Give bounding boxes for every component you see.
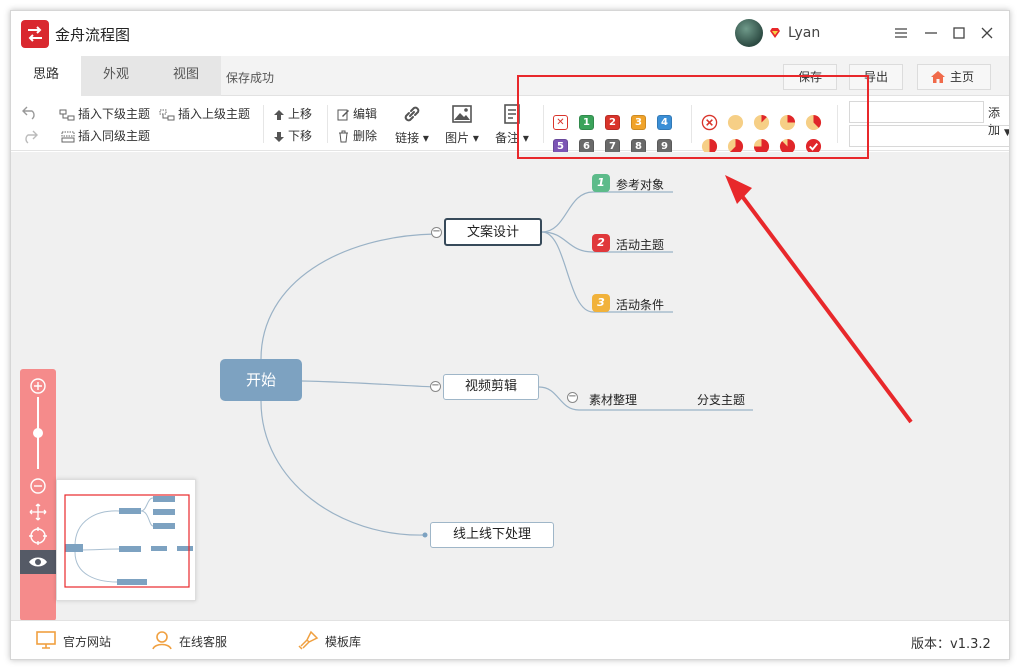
official-website-link[interactable]: 官方网站 [36, 631, 112, 650]
move-down-button[interactable]: 下移 [273, 127, 312, 145]
link-label: 链接 ▾ [395, 131, 429, 145]
image-label: 图片 ▾ [445, 131, 479, 145]
minimize-icon[interactable] [921, 23, 941, 43]
redo-icon[interactable] [21, 129, 39, 145]
leaf-node[interactable]: 素材整理 [589, 391, 637, 408]
link-button[interactable]: 链接 ▾ [391, 101, 433, 147]
note-text: 备注 [495, 131, 520, 145]
priority-3-icon: 3 [592, 294, 610, 312]
leaf-node[interactable]: 活动主题 [616, 236, 664, 253]
insert-parent-label: 插入上级主题 [178, 107, 251, 121]
tab-appearance[interactable]: 外观 [81, 56, 151, 96]
link-text: 链接 [395, 131, 420, 145]
zoom-panel [20, 369, 56, 621]
minimap-preview [64, 494, 193, 588]
tab-thinking[interactable]: 思路 [11, 56, 81, 96]
connector-root-online [260, 400, 425, 536]
priority-2-icon: 2 [592, 234, 610, 252]
monitor-icon [36, 631, 56, 649]
insert-parent-icon [159, 109, 175, 120]
insert-parent-button[interactable]: 插入上级主题 [159, 105, 250, 123]
leaf-node[interactable]: 活动条件 [616, 296, 664, 313]
move-down-label: 下移 [288, 129, 313, 143]
website-label: 官方网站 [63, 635, 112, 649]
edit-label: 编辑 [353, 107, 378, 121]
vip-diamond-icon [770, 28, 780, 38]
root-node[interactable]: 开始 [220, 359, 302, 401]
branch-node[interactable]: 线上线下处理 [430, 522, 554, 548]
collapse-toggle[interactable]: − [430, 381, 441, 392]
chevron-down-icon[interactable]: ▼ [1004, 128, 1009, 138]
connector-wenan-ref [541, 191, 673, 233]
support-person-icon [152, 631, 172, 650]
image-button[interactable]: 图片 ▾ [441, 101, 483, 147]
link-icon [404, 106, 420, 122]
home-button-label: 主页 [950, 70, 975, 84]
image-icon [452, 105, 472, 123]
tag-input[interactable] [849, 101, 984, 123]
leaf-node[interactable]: 参考对象 [616, 176, 664, 193]
version-label: 版本：v1.3.2 [911, 637, 991, 652]
tag-select[interactable] [849, 125, 1009, 147]
arrow-up-icon [274, 109, 284, 120]
collapse-toggle[interactable]: − [431, 227, 442, 238]
insert-sibling-button[interactable]: 插入同级主题 [61, 127, 150, 145]
delete-label: 删除 [353, 129, 378, 143]
insert-sibling-label: 插入同级主题 [78, 129, 151, 143]
move-icon[interactable] [29, 503, 47, 521]
template-library-link[interactable]: 模板库 [298, 630, 362, 650]
eye-icon [29, 557, 47, 567]
zoom-slider-handle[interactable] [33, 428, 43, 438]
status-bar: 官方网站 在线客服 模板库 版本：v1.3.2 [11, 620, 1009, 659]
insert-child-label: 插入下级主题 [78, 107, 151, 121]
edit-button[interactable]: 编辑 [337, 105, 377, 123]
fit-center-icon[interactable] [29, 527, 47, 545]
arrow-down-icon [274, 131, 284, 142]
toolbar-divider [263, 105, 264, 143]
connector-dot [422, 532, 428, 538]
undo-icon[interactable] [21, 105, 39, 121]
save-status: 保存成功 [226, 71, 275, 85]
app-logo-icon [21, 20, 49, 48]
title-bar: 金舟流程图 Lyan [11, 11, 1009, 56]
connector-root-video [301, 380, 436, 388]
zoom-out-icon[interactable] [29, 477, 47, 495]
move-up-label: 上移 [288, 107, 313, 121]
templates-label: 模板库 [325, 635, 362, 649]
home-button[interactable]: 主页 [917, 64, 991, 90]
collapse-toggle[interactable]: − [567, 392, 578, 403]
brush-icon [298, 630, 319, 650]
image-text: 图片 [445, 131, 470, 145]
move-up-button[interactable]: 上移 [273, 105, 312, 123]
edit-icon [337, 109, 349, 121]
menu-icon[interactable] [891, 23, 911, 43]
user-name[interactable]: Lyan [788, 25, 820, 41]
minimap[interactable] [56, 479, 196, 601]
online-support-link[interactable]: 在线客服 [152, 631, 228, 650]
toolbar-divider [327, 105, 328, 143]
zoom-in-icon[interactable] [29, 377, 47, 395]
trash-icon [339, 130, 348, 143]
priority-1-icon: 1 [592, 174, 610, 192]
avatar[interactable] [735, 19, 763, 47]
maximize-icon[interactable] [949, 23, 969, 43]
minimap-toggle[interactable] [20, 550, 56, 574]
branch-node[interactable]: 文案设计 [444, 218, 542, 246]
mindmap-canvas[interactable]: 开始 − 文案设计 − 视频剪辑 线上线下处理 1 参考对象 2 活动主题 3 … [11, 152, 1009, 621]
home-icon [931, 71, 945, 83]
connector-root-wenan [260, 233, 436, 360]
support-label: 在线客服 [179, 635, 228, 649]
insert-child-button[interactable]: 插入下级主题 [59, 105, 150, 123]
annotation-highlight-box [517, 75, 869, 159]
tab-view[interactable]: 视图 [151, 56, 221, 96]
app-title: 金舟流程图 [55, 26, 131, 44]
insert-sibling-icon [61, 131, 75, 142]
delete-button[interactable]: 删除 [337, 127, 377, 145]
close-icon[interactable] [977, 23, 997, 43]
leaf-node[interactable]: 分支主题 [697, 391, 745, 408]
insert-child-icon [59, 109, 75, 120]
branch-node[interactable]: 视频剪辑 [443, 374, 539, 400]
